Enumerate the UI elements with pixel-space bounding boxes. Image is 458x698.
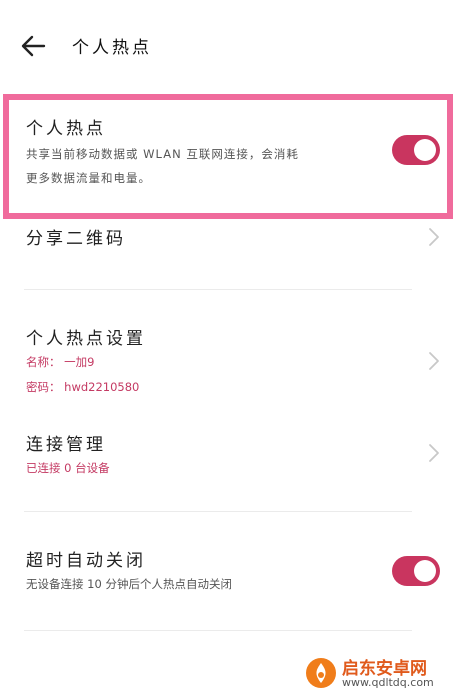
divider <box>24 511 412 512</box>
watermark-logo-icon <box>306 658 336 688</box>
chevron-right-icon <box>429 352 439 370</box>
connection-management-row[interactable]: 连接管理 已连接 0 台设备 <box>0 420 458 490</box>
arrow-left-icon[interactable] <box>18 32 50 60</box>
hotspot-settings-row[interactable]: 个人热点设置 名称： 一加9 密码： hwd2210580 <box>0 316 458 406</box>
page-title: 个人热点 <box>72 38 152 58</box>
auto-off-description: 无设备连接 10 分钟后个人热点自动关闭 <box>26 577 232 591</box>
hotspot-settings-title: 个人热点设置 <box>26 329 146 349</box>
auto-off-toggle[interactable] <box>392 556 440 586</box>
connection-status: 已连接 0 台设备 <box>26 461 110 475</box>
share-qr-title: 分享二维码 <box>26 229 126 249</box>
hotspot-password: 密码： hwd2210580 <box>26 380 140 394</box>
auto-off-title: 超时自动关闭 <box>26 551 146 571</box>
divider <box>24 630 412 631</box>
hotspot-settings-screen: 个人热点 个人热点 共享当前移动数据或 WLAN 互联网连接，会消耗 更多数据流… <box>0 0 458 698</box>
auto-off-row[interactable]: 超时自动关闭 无设备连接 10 分钟后个人热点自动关闭 <box>0 536 458 606</box>
header: 个人热点 <box>0 0 458 92</box>
watermark-url: www.qdltdq.com <box>342 676 434 689</box>
chevron-right-icon <box>429 228 439 246</box>
toggle-knob <box>414 560 436 582</box>
watermark: 启东安卓网 www.qdltdq.com <box>304 654 454 694</box>
divider <box>24 289 412 290</box>
share-qr-row[interactable]: 分享二维码 <box>0 212 458 272</box>
highlight-box <box>3 94 453 219</box>
chevron-right-icon <box>429 444 439 462</box>
connection-management-title: 连接管理 <box>26 435 106 455</box>
hotspot-name: 名称： 一加9 <box>26 355 95 369</box>
